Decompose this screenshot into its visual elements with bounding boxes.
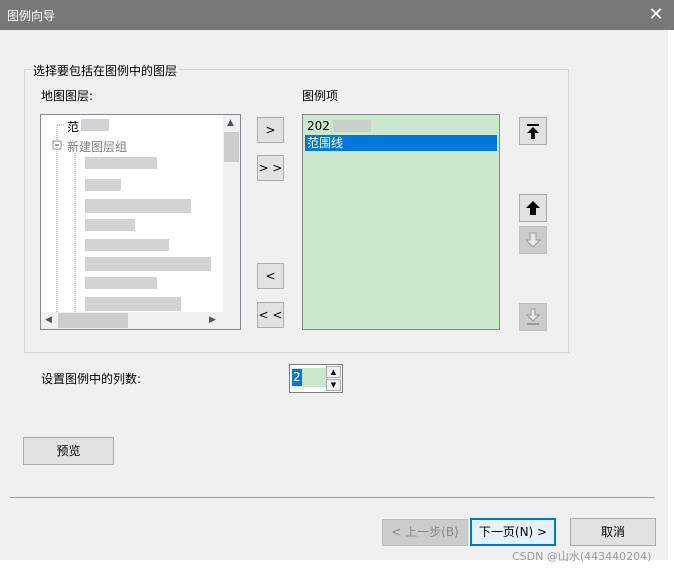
blurred-layer-name: [85, 157, 157, 169]
watermark: CSDN @山水(443440204): [512, 550, 652, 563]
window-edge: [668, 30, 674, 569]
columns-label: 设置图例中的列数:: [41, 372, 142, 386]
blurred-layer-name: [85, 257, 211, 271]
tree-vscroll-thumb[interactable]: [224, 132, 239, 162]
tree-item-group[interactable]: 新建图层组: [67, 138, 127, 155]
group-caption: 选择要包括在图例中的图层: [31, 62, 180, 79]
move-up-icon: [526, 201, 540, 215]
move-down-icon: [524, 232, 542, 248]
remove-layer-button[interactable]: <: [257, 263, 284, 289]
scroll-right-icon[interactable]: ▶: [209, 315, 216, 325]
blurred-layer-name: [81, 119, 109, 131]
preview-button[interactable]: 预览: [23, 437, 114, 465]
remove-all-layers-button[interactable]: < <: [257, 302, 284, 328]
legend-item[interactable]: 202: [305, 118, 330, 134]
tree-hscroll-thumb[interactable]: [58, 313, 128, 328]
blurred-layer-name: [85, 277, 157, 289]
move-to-bottom-icon: [525, 308, 541, 325]
tree-horizontal-scrollbar[interactable]: ◀ ▶: [41, 312, 223, 329]
blurred-layer-name: [85, 179, 121, 191]
blurred-legend-text: [333, 120, 371, 132]
columns-stepper[interactable]: 2 ▲ ▼: [289, 364, 343, 393]
move-to-top-button[interactable]: [519, 117, 547, 145]
legend-wizard-dialog: 图例向导 ✕ 选择要包括在图例中的图层 地图图层: 范 新建图层组 ▲ ◀ ▶ …: [0, 0, 674, 569]
move-to-top-icon: [527, 124, 539, 139]
scroll-corner: [223, 312, 240, 329]
stepper-down-icon[interactable]: ▼: [326, 379, 341, 391]
window-title: 图例向导: [7, 9, 56, 23]
scroll-left-icon[interactable]: ◀: [45, 315, 52, 325]
move-up-button[interactable]: [519, 194, 547, 222]
add-layer-button[interactable]: >: [257, 117, 284, 143]
tree-item-layer[interactable]: 范: [67, 118, 79, 135]
next-button[interactable]: 下一页(N) >: [470, 518, 556, 546]
cancel-button[interactable]: 取消: [570, 518, 656, 546]
blurred-layer-name: [85, 239, 169, 251]
stepper-up-icon[interactable]: ▲: [326, 366, 341, 378]
blurred-layer-name: [85, 297, 181, 311]
scroll-up-icon[interactable]: ▲: [227, 118, 234, 128]
legend-item-selected[interactable]: 范围线: [305, 135, 497, 151]
tree-vertical-scrollbar[interactable]: ▲: [223, 115, 240, 312]
add-all-layers-button[interactable]: > >: [257, 155, 284, 181]
close-icon[interactable]: ✕: [638, 0, 674, 30]
legend-items-label: 图例项: [302, 89, 339, 103]
legend-items-list[interactable]: 202 范围线: [302, 114, 500, 330]
footer-divider: [10, 497, 655, 498]
move-to-bottom-button[interactable]: [519, 303, 547, 331]
map-layers-label: 地图图层:: [41, 89, 94, 103]
title-bar: 图例向导 ✕: [0, 0, 674, 30]
blurred-layer-name: [85, 219, 135, 231]
back-button[interactable]: < 上一步(B): [382, 519, 468, 546]
blurred-layer-name: [85, 199, 191, 213]
move-down-button[interactable]: [519, 226, 547, 254]
map-layers-tree[interactable]: 范 新建图层组 ▲ ◀ ▶: [40, 114, 241, 330]
columns-value[interactable]: 2: [292, 369, 302, 386]
